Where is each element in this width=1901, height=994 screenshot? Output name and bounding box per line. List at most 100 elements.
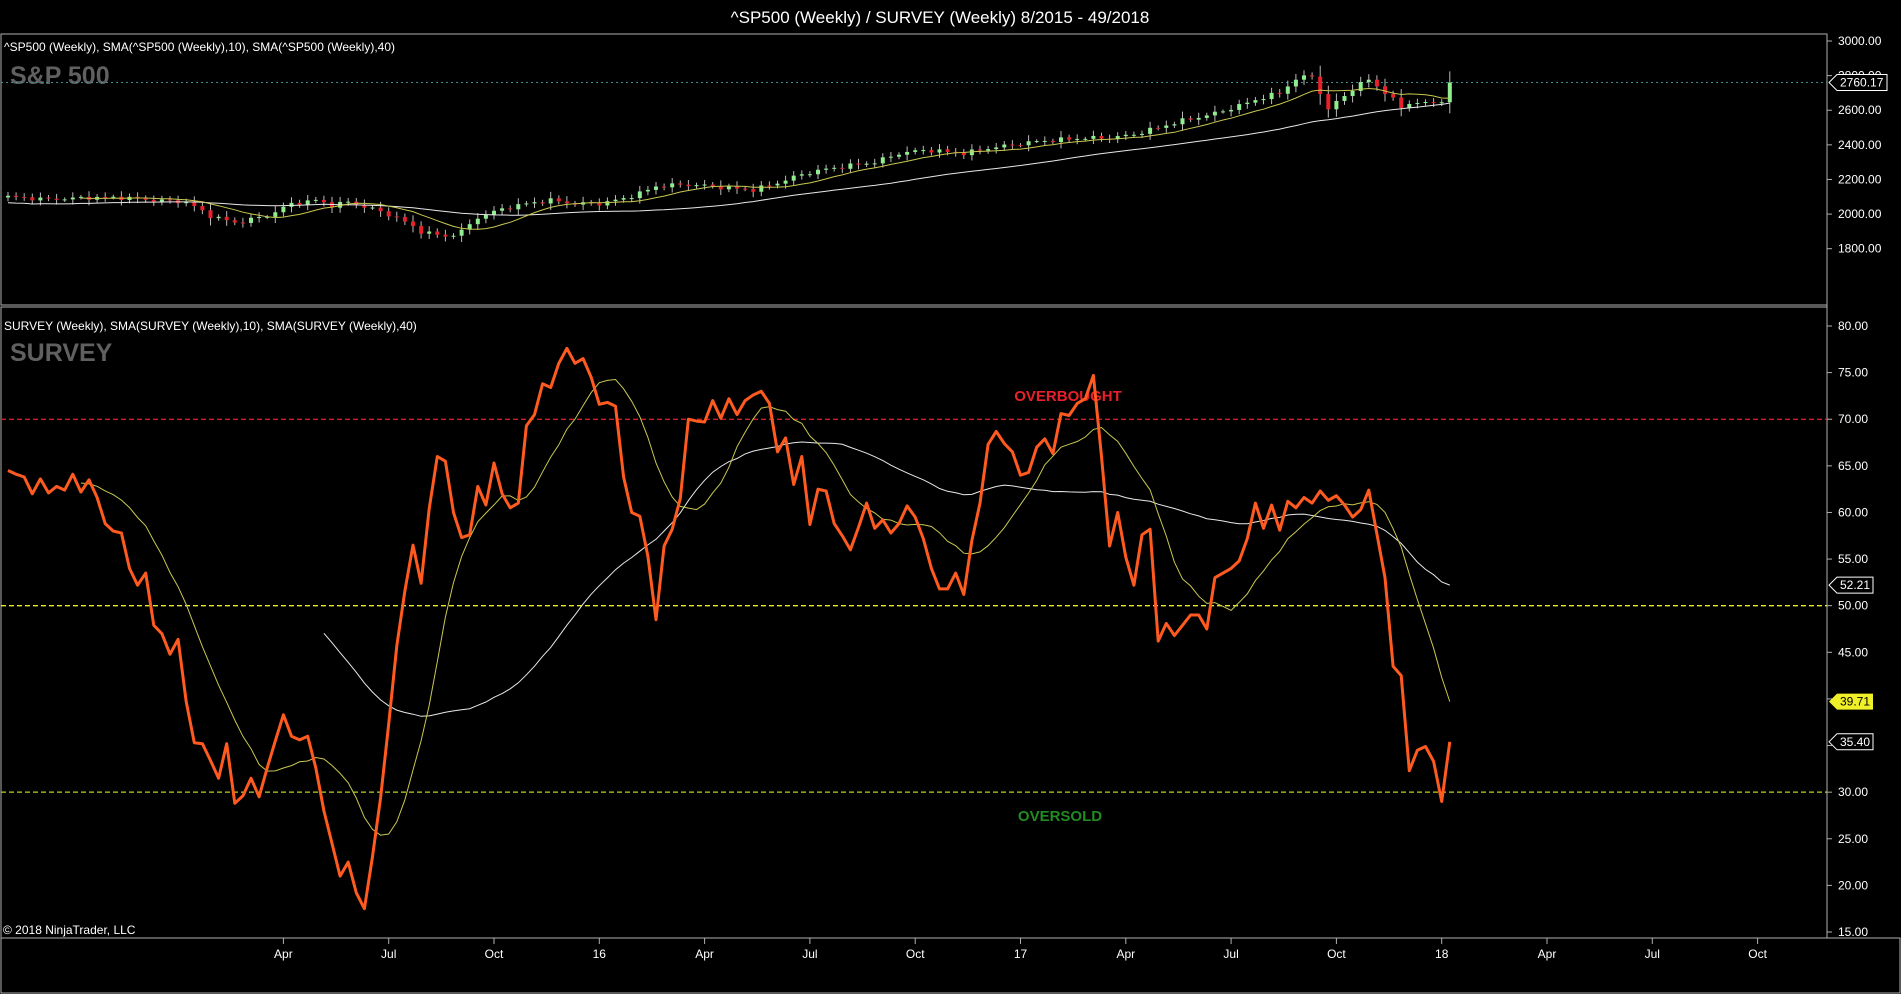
survey-tick-label: 25.00	[1838, 832, 1868, 846]
candle-up	[1075, 138, 1080, 140]
candle-down	[378, 207, 383, 212]
chart-canvas: ^SP500 (Weekly) / SURVEY (Weekly) 8/2015…	[0, 8, 1901, 994]
survey-last-badge-label: 35.40	[1840, 735, 1870, 749]
time-tick-label: 17	[1014, 947, 1028, 961]
candle-up	[1229, 109, 1234, 112]
candle-down	[14, 195, 19, 197]
candle-down	[710, 184, 715, 187]
sp500-last-price-badge: 2760.17	[1828, 74, 1888, 92]
candle-down	[597, 203, 602, 206]
candle-down	[564, 201, 569, 204]
price-tick-label: 2600.00	[1838, 103, 1882, 117]
candle-up	[500, 208, 505, 211]
candle-down	[1099, 135, 1104, 139]
candle-up	[605, 201, 610, 206]
sp500-price-axis: 3000.002800.002600.002400.002200.002000.…	[1827, 34, 1882, 256]
candle-up	[492, 210, 496, 215]
sp500-panel-frame	[0, 33, 1828, 306]
candle-up	[1447, 82, 1452, 103]
candle-down	[961, 152, 966, 156]
candle-up	[1334, 100, 1339, 110]
candle-down	[394, 216, 399, 218]
candle-up	[273, 212, 278, 217]
candle-up	[645, 189, 650, 192]
sp500-sma10-line	[80, 87, 1450, 230]
time-tick-label: Jul	[1223, 947, 1238, 961]
candle-down	[54, 198, 59, 200]
candle-down	[978, 149, 982, 151]
candle-up	[816, 169, 820, 175]
candle-down	[751, 189, 756, 192]
candle-down	[402, 217, 407, 222]
candle-down	[1391, 93, 1396, 98]
candle-up	[281, 206, 286, 213]
candle-up	[1350, 90, 1355, 97]
candle-up	[1253, 100, 1258, 103]
time-tick-label: 18	[1435, 947, 1449, 961]
candle-up	[516, 204, 521, 210]
candle-down	[678, 183, 683, 185]
candle-up	[1164, 125, 1169, 128]
candle-up	[1366, 79, 1371, 83]
candle-down	[1277, 92, 1282, 94]
survey-tick-label: 65.00	[1838, 459, 1868, 473]
candle-up	[1002, 144, 1007, 148]
survey-tick-label: 15.00	[1838, 925, 1868, 939]
survey-tick-label: 45.00	[1838, 645, 1868, 659]
candle-down	[767, 185, 772, 187]
candle-up	[824, 168, 829, 170]
candle-up	[1196, 117, 1201, 120]
candle-up	[1285, 86, 1290, 94]
candle-down	[1374, 79, 1379, 87]
survey-sma40-badge: 52.21	[1828, 576, 1874, 594]
candle-up	[694, 185, 699, 187]
time-tick-label: Apr	[695, 947, 714, 961]
candle-up	[38, 197, 43, 201]
candle-up	[775, 183, 780, 186]
survey-sma40-badge-label: 52.21	[1840, 578, 1870, 592]
candle-down	[435, 231, 440, 235]
candle-down	[1326, 93, 1331, 110]
survey-panel-frame	[0, 306, 1828, 939]
price-tick-label: 2200.00	[1838, 172, 1882, 186]
candle-down	[22, 196, 27, 198]
candle-up	[1293, 79, 1298, 87]
survey-line	[7, 346, 1452, 911]
candle-down	[856, 163, 861, 165]
candle-up	[1204, 115, 1209, 118]
candle-up	[1269, 92, 1274, 100]
candle-up	[848, 163, 853, 169]
survey-tick-label: 80.00	[1838, 319, 1868, 333]
candle-up	[888, 156, 893, 158]
candle-down	[556, 198, 561, 202]
candle-down	[143, 198, 148, 200]
time-tick-label: Oct	[485, 947, 504, 961]
candle-up	[475, 218, 480, 225]
time-tick-label: Apr	[274, 947, 293, 961]
sp500-last-price-label: 2760.17	[1840, 76, 1884, 90]
candle-up	[759, 185, 764, 192]
window-title: ^SP500 (Weekly) / SURVEY (Weekly) 8/2015…	[731, 8, 1150, 27]
candle-down	[297, 202, 302, 205]
candle-up	[1083, 138, 1088, 140]
candle-up	[832, 167, 837, 169]
candle-down	[1383, 86, 1387, 94]
candle-up	[6, 195, 10, 198]
candle-down	[321, 199, 326, 203]
time-tick-label: Oct	[1327, 947, 1346, 961]
survey-header: SURVEY (Weekly), SMA(SURVEY (Weekly),10)…	[4, 319, 417, 333]
candle-down	[1431, 102, 1436, 104]
time-axis: Apr Jul Oct 16 Apr Jul Oct 17 Apr Jul Oct 18 Apr Jul O…	[274, 938, 1768, 961]
overbought-label: OVERBOUGHT	[1014, 388, 1122, 405]
candle-up	[216, 216, 221, 219]
candle-up	[548, 198, 553, 204]
survey-tick-label: 50.00	[1838, 599, 1868, 613]
candle-down	[1010, 144, 1015, 146]
candle-down	[1156, 127, 1161, 129]
candle-up	[1034, 141, 1039, 143]
candle-up	[783, 180, 788, 184]
survey-sma10-badge-label: 39.71	[1840, 695, 1870, 709]
candle-up	[1091, 135, 1096, 139]
candle-down	[200, 205, 205, 211]
price-tick-label: 3000.00	[1838, 34, 1882, 48]
